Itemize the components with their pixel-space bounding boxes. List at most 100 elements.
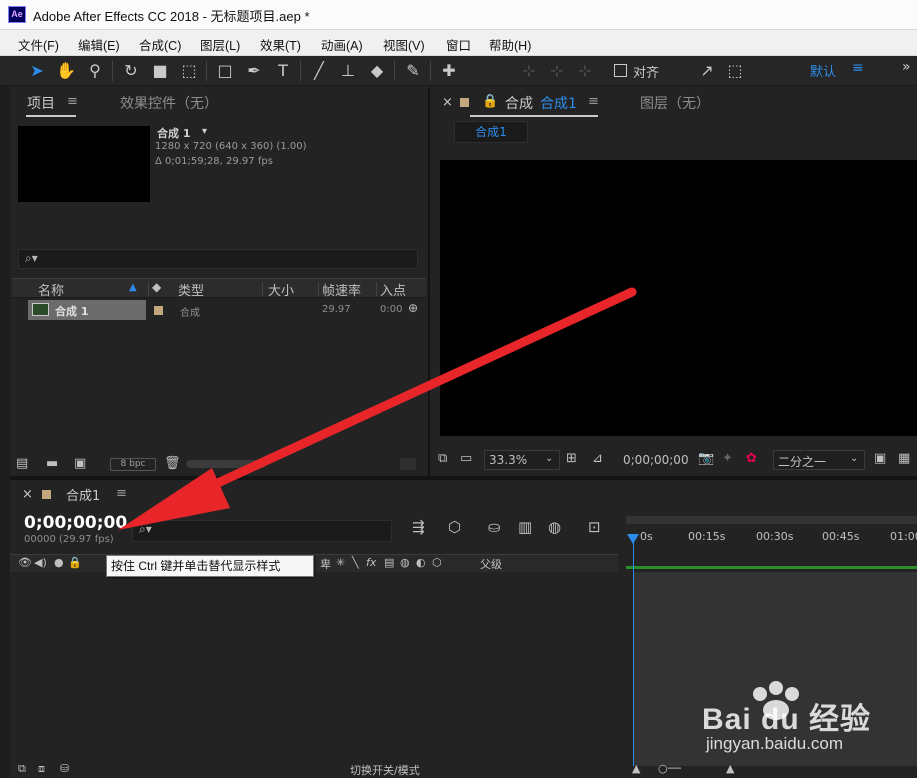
tab-project[interactable]: 项目 — [27, 93, 55, 113]
transparency-grid-icon[interactable]: ▦ — [898, 451, 910, 466]
3d-layer-switch-icon[interactable]: ⬡ — [432, 556, 442, 569]
tab-composition[interactable]: 合成 — [505, 93, 533, 113]
frame-blending-icon[interactable]: ▥ — [518, 518, 532, 536]
menu-composition[interactable]: 合成(C) — [139, 35, 181, 54]
menu-layer[interactable]: 图层(L) — [200, 35, 240, 54]
panel-menu-icon[interactable]: ≡ — [116, 486, 127, 501]
transfer-controls-toggle-icon[interactable]: ⧈ — [38, 762, 45, 776]
current-time-display[interactable]: 0;00;00;00 — [24, 513, 127, 533]
column-name[interactable]: 名称 — [38, 280, 64, 299]
hand-tool-icon[interactable]: ✋ — [55, 60, 77, 82]
menu-help[interactable]: 帮助(H) — [489, 35, 531, 54]
eraser-tool-icon[interactable]: ◆ — [366, 60, 388, 82]
resolution-dropdown[interactable]: 二分之一 ⌄ — [773, 450, 865, 470]
label-column-icon[interactable]: ◆ — [152, 280, 161, 294]
workspace-label[interactable]: 默认 — [810, 61, 836, 80]
column-type[interactable]: 类型 — [178, 280, 204, 299]
menu-view[interactable]: 视图(V) — [383, 35, 425, 54]
selected-item-dropdown-icon[interactable]: ▾ — [202, 126, 207, 137]
type-tool-icon[interactable]: T — [272, 60, 294, 82]
viewer-timecode[interactable]: 0;00;00;00 — [623, 453, 689, 467]
snapshot-icon[interactable]: 📷 — [698, 451, 714, 466]
column-frame-rate[interactable]: 帧速率 — [322, 280, 361, 299]
frame-blend-switch-icon[interactable]: ▤ — [384, 556, 394, 569]
toggle-switches-modes-button[interactable]: 切换开关/模式 — [350, 762, 420, 778]
zoom-out-icon[interactable]: ▲ — [632, 762, 640, 775]
monitor-icon[interactable]: ▭ — [460, 451, 472, 466]
new-composition-icon[interactable]: ▣ — [74, 456, 86, 471]
column-in-point[interactable]: 入点 — [380, 280, 406, 299]
column-size[interactable]: 大小 — [268, 280, 294, 299]
timeline-search-input[interactable]: ⌕▾ — [132, 520, 392, 542]
snap-options-icon[interactable]: ↗ — [696, 60, 718, 82]
lock-icon[interactable]: 🔒 — [482, 94, 498, 109]
quality-switch-icon[interactable]: ╲ — [352, 556, 359, 569]
region-of-interest-icon[interactable]: ▣ — [874, 451, 886, 466]
shy-switch-icon[interactable]: 卑 — [320, 556, 331, 572]
graph-editor-icon[interactable]: ⊡ — [588, 518, 601, 536]
interpret-footage-icon[interactable]: ▤ — [16, 456, 28, 471]
panel-menu-icon[interactable]: ≡ — [67, 94, 78, 109]
time-navigator-bar[interactable] — [626, 516, 917, 524]
menu-effect[interactable]: 效果(T) — [260, 35, 301, 54]
tab-timeline-comp[interactable]: 合成1 — [66, 485, 100, 504]
camera-tool-icon[interactable]: ■ — [149, 60, 171, 82]
workspace-menu-icon[interactable]: ≡ — [852, 60, 864, 76]
item-label-swatch[interactable] — [154, 306, 163, 315]
motion-blur-icon[interactable]: ◍ — [548, 518, 561, 536]
brush-tool-icon[interactable]: ╱ — [308, 60, 330, 82]
audio-icon[interactable]: ◀) — [34, 556, 47, 569]
snap-checkbox[interactable] — [614, 64, 627, 77]
hide-shy-layers-icon[interactable]: ⛀ — [488, 518, 501, 536]
roto-brush-tool-icon[interactable]: ✎ — [402, 60, 424, 82]
menu-edit[interactable]: 编辑(E) — [78, 35, 120, 54]
menu-file[interactable]: 文件(F) — [18, 35, 59, 54]
layer-switches-toggle-icon[interactable]: ⧉ — [18, 762, 26, 776]
rectangle-tool-icon[interactable]: □ — [214, 60, 236, 82]
pan-behind-tool-icon[interactable]: ⬚ — [178, 60, 200, 82]
close-tab-icon[interactable]: × — [442, 95, 453, 110]
flowchart-icon[interactable]: ⊕ — [408, 301, 418, 315]
in-out-toggle-icon[interactable]: ⛁ — [60, 762, 69, 775]
close-tab-icon[interactable]: × — [22, 487, 33, 502]
toolbar-overflow-icon[interactable]: » — [902, 59, 911, 75]
menu-window[interactable]: 窗口 — [446, 35, 471, 54]
draft-3d-icon[interactable]: ⬡ — [448, 518, 461, 536]
adjustment-switch-icon[interactable]: ◐ — [416, 556, 426, 569]
panel-menu-icon[interactable]: ≡ — [588, 94, 599, 109]
work-area-bar[interactable] — [626, 566, 917, 569]
pen-tool-icon[interactable]: ✒ — [243, 60, 265, 82]
bit-depth-button[interactable]: 8 bpc — [110, 458, 156, 471]
tab-layer[interactable]: 图层（无） — [640, 93, 710, 113]
tab-composition-name[interactable]: 合成1 — [540, 93, 577, 113]
mask-visibility-icon[interactable]: ⊿ — [592, 451, 603, 466]
motion-blur-switch-icon[interactable]: ◍ — [400, 556, 410, 569]
solo-icon[interactable]: ● — [54, 556, 64, 569]
snap-target-icon[interactable]: ⬚ — [724, 60, 746, 82]
delete-icon[interactable]: 🗑 — [164, 456, 181, 471]
zoom-tool-icon[interactable]: ⚲ — [84, 60, 106, 82]
composition-mini-flowchart-icon[interactable]: ⇶ — [412, 518, 425, 536]
puppet-pin-tool-icon[interactable]: ✚ — [438, 60, 460, 82]
composition-canvas[interactable] — [440, 160, 917, 436]
project-item-row[interactable]: 合成 1 合成 29.97 0:00 ⊕ — [12, 300, 426, 320]
project-search-input[interactable]: ⌕▾ — [18, 249, 418, 269]
selection-tool-icon[interactable]: ➤ — [26, 60, 48, 82]
collapse-switch-icon[interactable]: ✳ — [336, 556, 345, 569]
clone-stamp-tool-icon[interactable]: ⊥ — [337, 60, 359, 82]
sort-ascending-icon[interactable]: ▲ — [129, 282, 137, 293]
parent-column-label[interactable]: 父级 — [480, 556, 502, 572]
menu-animation[interactable]: 动画(A) — [321, 35, 363, 54]
channel-icon[interactable]: ✿ — [746, 451, 757, 466]
lock-icon[interactable]: 🔒 — [68, 556, 82, 569]
always-preview-icon[interactable]: ⧉ — [438, 451, 447, 466]
comp-navigator-tab[interactable]: 合成1 — [454, 121, 528, 143]
effect-switch-icon[interactable]: fx — [366, 556, 376, 569]
rotate-tool-icon[interactable]: ↻ — [120, 60, 142, 82]
zoom-dropdown[interactable]: 33.3% ⌄ — [484, 450, 560, 470]
new-folder-icon[interactable]: ▬ — [46, 456, 58, 471]
tab-effect-controls[interactable]: 效果控件（无） — [120, 93, 218, 113]
time-ruler[interactable]: 0s 00:15s 00:30s 00:45s 01:00 — [626, 516, 917, 543]
zoom-in-icon[interactable]: ▲ — [726, 762, 734, 775]
show-snapshot-icon[interactable]: ✦ — [722, 451, 733, 466]
